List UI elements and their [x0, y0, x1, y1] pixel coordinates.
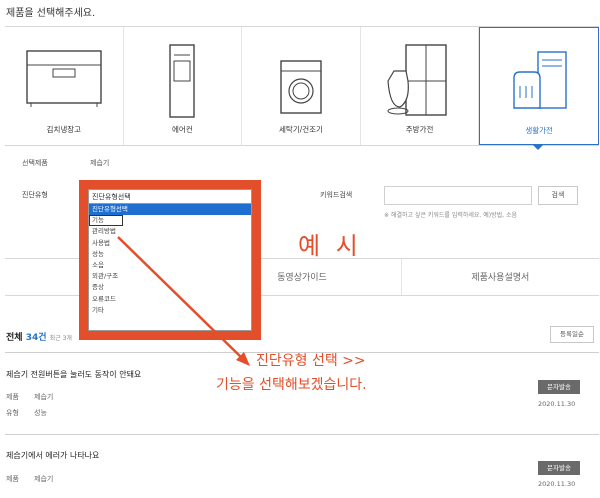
- annotation-note-1: 진단유형 선택 >>: [256, 353, 366, 369]
- annotation-note-2: 기능을 선택해보겠습니다.: [216, 377, 367, 393]
- page: 제품을 선택해주세요. 김치냉장고 에어컨 세탁기/건조기 주방가전 생활가전 …: [0, 0, 600, 498]
- example-annotation: 예 시: [298, 232, 362, 260]
